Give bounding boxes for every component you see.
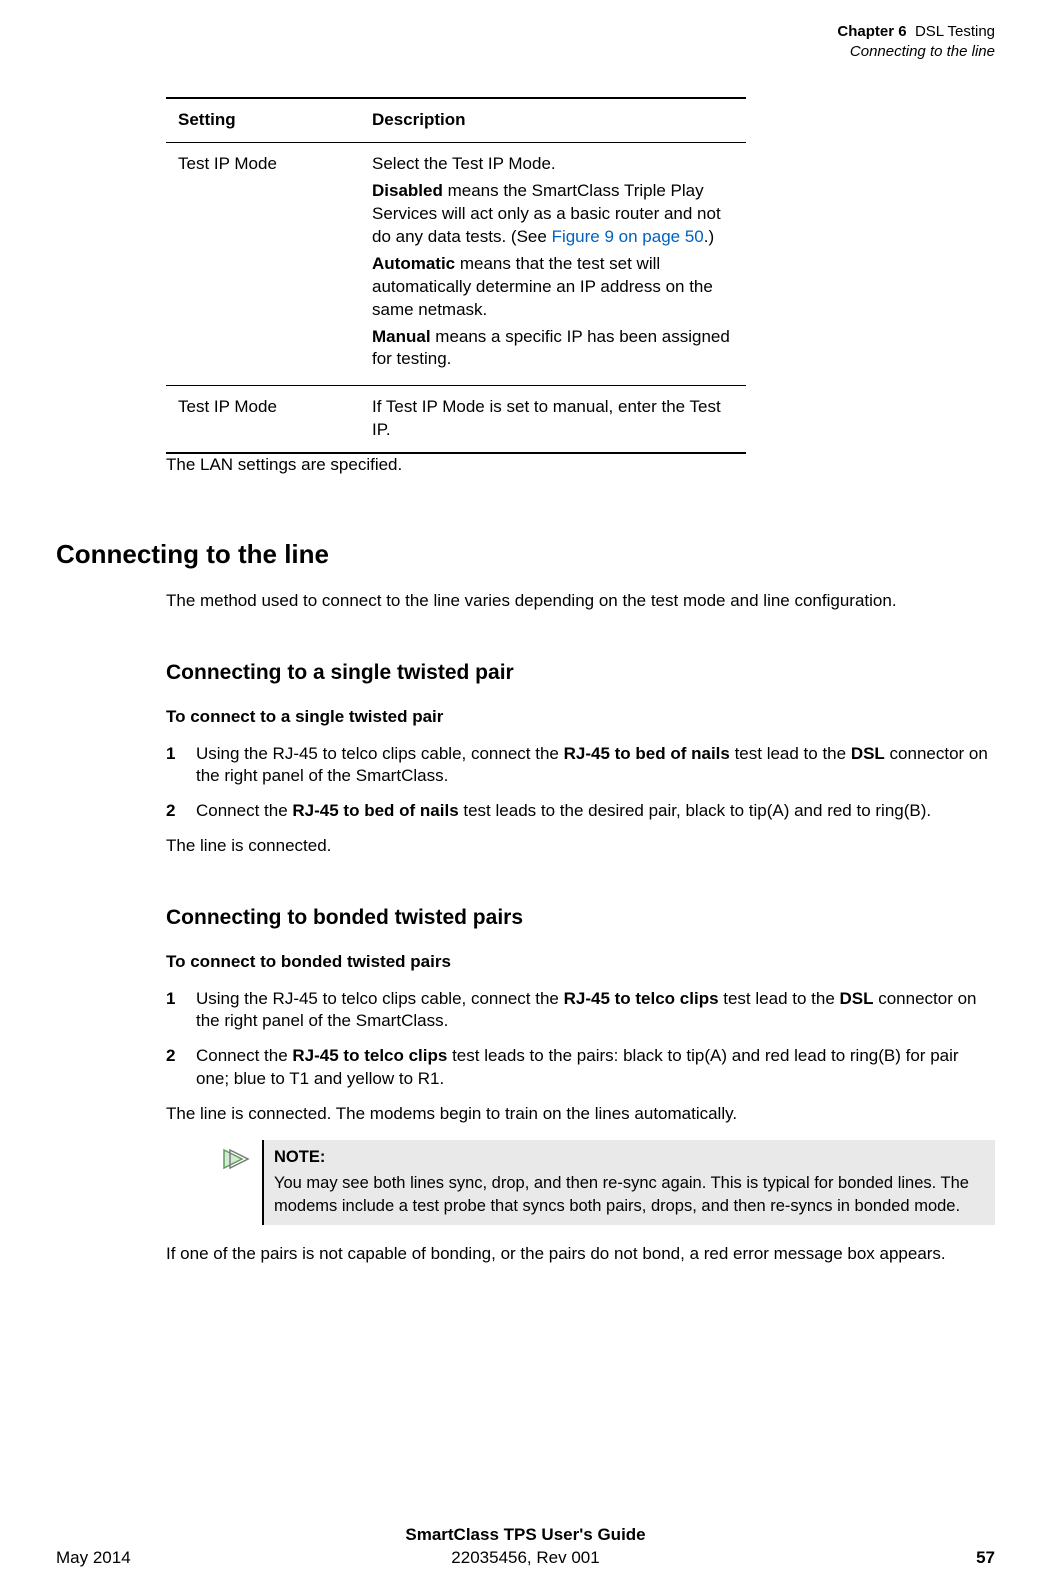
footer-guide-title: SmartClass TPS User's Guide bbox=[56, 1524, 995, 1547]
cell-setting: Test IP Mode bbox=[166, 142, 360, 385]
steps-single-pair: 1 Using the RJ-45 to telco clips cable, … bbox=[166, 743, 995, 824]
link-figure9[interactable]: Figure 9 on page 50 bbox=[552, 227, 704, 246]
list-item: 1 Using the RJ-45 to telco clips cable, … bbox=[166, 988, 995, 1034]
page-footer: SmartClass TPS User's Guide 22035456, Re… bbox=[56, 1547, 995, 1570]
chapter-title-text: DSL Testing bbox=[915, 23, 995, 40]
note: NOTE: You may see both lines sync, drop,… bbox=[222, 1140, 995, 1225]
step-text: Using the RJ-45 to telco clips cable, co… bbox=[196, 988, 995, 1034]
content-column: Setting Description Test IP Mode Select … bbox=[166, 97, 995, 1266]
step-text: Connect the RJ-45 to bed of nails test l… bbox=[196, 800, 995, 823]
chapter-number: Chapter 6 bbox=[837, 23, 906, 40]
note-arrow-icon bbox=[222, 1140, 262, 1179]
step-number: 2 bbox=[166, 800, 196, 823]
table-row: Test IP Mode Select the Test IP Mode. Di… bbox=[166, 142, 746, 385]
settings-table: Setting Description Test IP Mode Select … bbox=[166, 97, 746, 454]
closing-bonded-pairs: The line is connected. The modems begin … bbox=[166, 1103, 995, 1126]
footer-center: SmartClass TPS User's Guide 22035456, Re… bbox=[56, 1524, 995, 1570]
cell-setting: Test IP Mode bbox=[166, 386, 360, 453]
closing-single-pair: The line is connected. bbox=[166, 835, 995, 858]
note-box: NOTE: You may see both lines sync, drop,… bbox=[262, 1140, 995, 1225]
desc-manual: Manual means a specific IP has been assi… bbox=[372, 326, 734, 372]
subheading-bonded-pairs: To connect to bonded twisted pairs bbox=[166, 951, 995, 974]
after-note-text: If one of the pairs is not capable of bo… bbox=[166, 1243, 995, 1266]
running-header: Chapter 6 DSL Testing Connecting to the … bbox=[56, 22, 995, 61]
steps-bonded-pairs: 1 Using the RJ-45 to telco clips cable, … bbox=[166, 988, 995, 1092]
heading-connecting-line: Connecting to the line bbox=[56, 537, 995, 572]
section-line: Connecting to the line bbox=[56, 42, 995, 62]
label-manual: Manual bbox=[372, 327, 431, 346]
cell-description: If Test IP Mode is set to manual, enter … bbox=[360, 386, 746, 453]
txt-disabled-tail: .) bbox=[704, 227, 714, 246]
heading-bonded-pairs: Connecting to bonded twisted pairs bbox=[166, 904, 995, 932]
step-text: Connect the RJ-45 to telco clips test le… bbox=[196, 1045, 995, 1091]
intro-text: The method used to connect to the line v… bbox=[166, 590, 995, 613]
after-table-text: The LAN settings are specified. bbox=[166, 454, 995, 477]
label-disabled: Disabled bbox=[372, 181, 443, 200]
page: Chapter 6 DSL Testing Connecting to the … bbox=[0, 0, 1051, 1590]
th-setting: Setting bbox=[166, 98, 360, 142]
list-item: 2 Connect the RJ-45 to bed of nails test… bbox=[166, 800, 995, 823]
note-title: NOTE: bbox=[274, 1146, 985, 1168]
list-item: 1 Using the RJ-45 to telco clips cable, … bbox=[166, 743, 995, 789]
step-text: Using the RJ-45 to telco clips cable, co… bbox=[196, 743, 995, 789]
note-body: You may see both lines sync, drop, and t… bbox=[274, 1174, 969, 1214]
desc-intro: Select the Test IP Mode. bbox=[372, 153, 734, 176]
cell-description: Select the Test IP Mode. Disabled means … bbox=[360, 142, 746, 385]
list-item: 2 Connect the RJ-45 to telco clips test … bbox=[166, 1045, 995, 1091]
step-number: 1 bbox=[166, 988, 196, 1034]
label-automatic: Automatic bbox=[372, 254, 455, 273]
table-header-row: Setting Description bbox=[166, 98, 746, 142]
desc-disabled: Disabled means the SmartClass Triple Pla… bbox=[372, 180, 734, 249]
footer-docid: 22035456, Rev 001 bbox=[451, 1548, 599, 1567]
subheading-single-pair: To connect to a single twisted pair bbox=[166, 706, 995, 729]
heading-single-pair: Connecting to a single twisted pair bbox=[166, 659, 995, 687]
table-row: Test IP Mode If Test IP Mode is set to m… bbox=[166, 386, 746, 453]
step-number: 2 bbox=[166, 1045, 196, 1091]
chapter-line: Chapter 6 DSL Testing bbox=[56, 22, 995, 42]
desc-automatic: Automatic means that the test set will a… bbox=[372, 253, 734, 322]
step-number: 1 bbox=[166, 743, 196, 789]
th-description: Description bbox=[360, 98, 746, 142]
